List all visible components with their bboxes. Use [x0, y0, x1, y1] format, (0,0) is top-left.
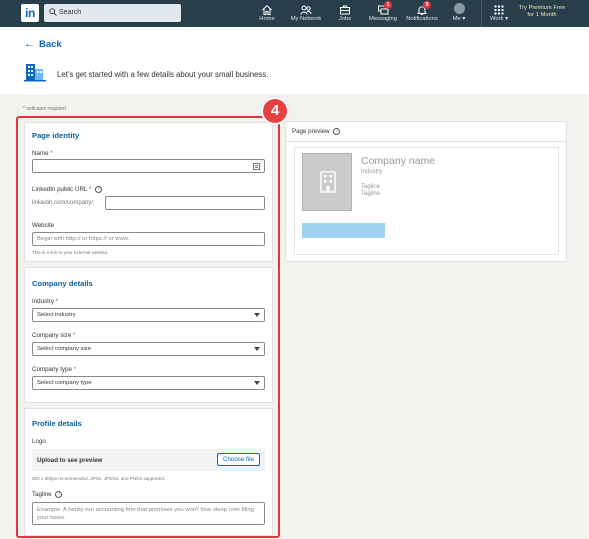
nav-home[interactable]: Home	[255, 0, 279, 27]
help-icon[interactable]: ?	[55, 491, 63, 498]
tagline-label: Tagline ?	[32, 491, 63, 498]
page-header: ← Back Let’s get started with a few detai…	[0, 27, 589, 94]
back-link[interactable]: ← Back	[24, 38, 62, 50]
company-type-label: Company type *	[32, 366, 77, 373]
avatar	[454, 3, 465, 14]
company-type-value: Select company type	[37, 380, 92, 386]
nav-notifications-label: Notifications	[406, 16, 438, 22]
website-label: Website	[32, 222, 55, 229]
preview-follow-button-placeholder	[302, 223, 385, 238]
page-preview-title: Page preview ?	[292, 128, 341, 135]
name-label: Name *	[32, 150, 53, 157]
chevron-down-icon	[254, 381, 260, 385]
preview-tagline: Tagline	[361, 184, 381, 190]
preview-divider	[286, 141, 566, 142]
chevron-down-icon	[254, 347, 260, 351]
building-icon	[320, 171, 336, 193]
grid-icon	[494, 5, 504, 15]
industry-select[interactable]: Select industry	[32, 308, 265, 322]
nav-work[interactable]: Work ▾	[486, 0, 512, 27]
intro-text: Let’s get started with a few details abo…	[57, 70, 269, 79]
website-field[interactable]: Begin with http:// or https:// or www.	[32, 232, 265, 246]
premium-line-1: Try Premium Free	[518, 5, 566, 11]
nav-notifications[interactable]: 9 Notifications	[404, 0, 440, 27]
contact-card-icon	[253, 163, 260, 170]
company-size-label: Company size *	[32, 332, 76, 339]
chevron-down-icon: ▾	[505, 16, 508, 22]
upload-text: Upload to see preview	[37, 457, 103, 464]
search-input[interactable]: Search	[44, 4, 181, 22]
try-premium-link[interactable]: Try Premium Free for 1 Month	[516, 5, 568, 19]
tagline-placeholder: Example: A family-run accounting firm th…	[37, 507, 254, 521]
nav-divider	[481, 0, 482, 27]
chevron-down-icon	[254, 313, 260, 317]
premium-line-2: for 1 Month	[527, 12, 557, 18]
nav-home-label: Home	[259, 16, 275, 22]
linkedin-logo[interactable]: in	[21, 4, 39, 22]
home-icon	[262, 5, 272, 15]
page-identity-section: Page identity Name * LinkedIn public URL…	[24, 122, 273, 262]
top-navigation-bar: in Search Home My Network Jobs 1 Messagi…	[0, 0, 589, 27]
company-size-value: Select company size	[37, 346, 92, 352]
preview-logo-placeholder	[302, 153, 352, 211]
nav-messaging[interactable]: 1 Messaging	[367, 0, 399, 27]
search-placeholder: Search	[59, 9, 82, 16]
company-size-select[interactable]: Select company size	[32, 342, 265, 356]
nav-my-network-label: My Network	[290, 16, 322, 22]
nav-work-label: Work ▾	[490, 16, 508, 22]
preview-company-name: Company name	[361, 155, 436, 167]
messaging-badge: 1	[384, 1, 392, 9]
url-label: LinkedIn public URL * ?	[32, 186, 103, 193]
website-placeholder: Begin with http:// or https:// or www.	[37, 236, 130, 242]
company-type-select[interactable]: Select company type	[32, 376, 265, 390]
industry-label: Industry *	[32, 298, 59, 305]
my-network-icon	[300, 5, 312, 15]
chevron-down-icon: ▾	[462, 16, 466, 22]
company-details-title: Company details	[32, 279, 93, 288]
arrow-left-icon: ←	[24, 38, 35, 50]
tagline-field[interactable]: Example: A family-run accounting firm th…	[32, 502, 265, 525]
profile-details-title: Profile details	[32, 419, 82, 428]
url-prefix: linkedin.com/company/	[32, 200, 94, 206]
help-icon[interactable]: ?	[333, 128, 341, 135]
nav-messaging-label: Messaging	[368, 16, 398, 22]
profile-details-section: Profile details Logo Upload to see previ…	[24, 408, 273, 536]
notifications-badge: 9	[423, 1, 431, 9]
nav-me[interactable]: Me ▾	[447, 0, 471, 27]
industry-value: Select industry	[37, 312, 76, 318]
logo-label: Logo	[32, 438, 46, 445]
choose-file-button[interactable]: Choose file	[217, 453, 260, 466]
business-building-icon	[24, 64, 46, 82]
required-note: * indicates required	[23, 106, 66, 112]
preview-industry: Industry	[361, 169, 383, 175]
upload-hint: 300 x 300px recommended. JPGs, JPEGs, an…	[32, 476, 166, 481]
back-label: Back	[39, 39, 62, 50]
nav-me-label: Me ▾	[452, 16, 466, 22]
company-details-section: Company details Industry * Select indust…	[24, 267, 273, 403]
preview-tagline: Tagline	[361, 191, 381, 197]
name-field[interactable]	[32, 159, 265, 173]
public-url-field[interactable]	[105, 196, 265, 210]
nav-jobs[interactable]: Jobs	[333, 0, 357, 27]
briefcase-icon	[340, 5, 350, 15]
help-icon[interactable]: ?	[95, 186, 103, 193]
page-identity-title: Page identity	[32, 131, 80, 140]
nav-my-network[interactable]: My Network	[288, 0, 324, 27]
page-preview-panel: Page preview ? Company name Industry Tag…	[285, 121, 567, 262]
search-icon	[49, 8, 57, 16]
website-hint: This is a link to your external website.	[32, 250, 109, 255]
logo-upload-area: Upload to see preview Choose file	[32, 449, 265, 471]
preview-card: Company name Industry Tagline Tagline	[294, 147, 559, 255]
nav-jobs-label: Jobs	[338, 16, 352, 22]
